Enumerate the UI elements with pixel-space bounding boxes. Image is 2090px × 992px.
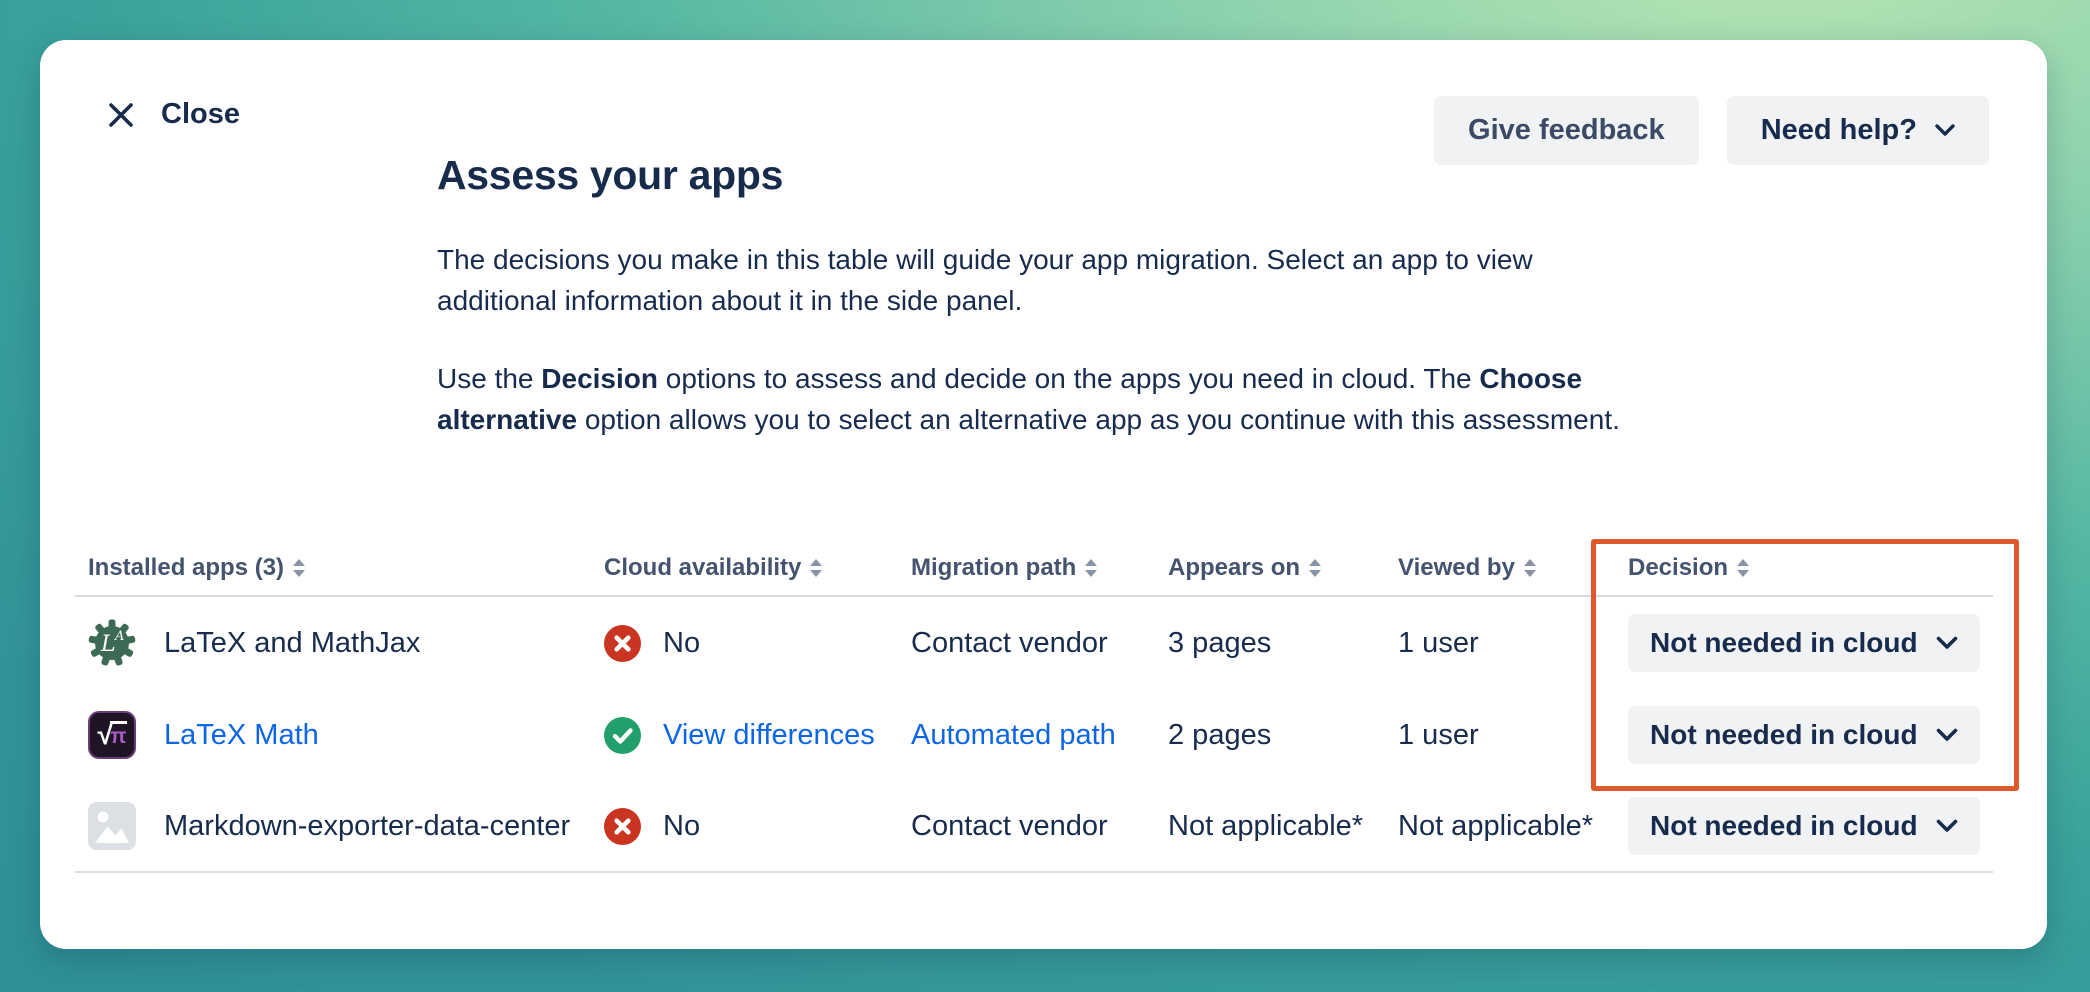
give-feedback-label: Give feedback (1468, 114, 1665, 147)
chevron-down-icon (1935, 124, 1955, 137)
view-differences-link[interactable]: View differences (663, 719, 875, 752)
assess-apps-dialog: Close Give feedback Need help? Assess yo… (40, 40, 2047, 949)
app-name: Markdown-exporter-data-center (164, 810, 570, 843)
intro-paragraph-2: Use the Decision options to assess and d… (437, 358, 1637, 440)
chevron-down-icon (1936, 636, 1958, 650)
decision-dropdown[interactable]: Not needed in cloud (1628, 797, 1980, 855)
close-label: Close (161, 98, 240, 131)
chevron-down-icon (1936, 728, 1958, 742)
sort-icon (293, 559, 305, 577)
sort-icon (1737, 559, 1749, 577)
intro-paragraph-1: The decisions you make in this table wil… (437, 239, 1637, 321)
viewed-by-value: Not applicable* (1398, 810, 1628, 843)
error-icon (604, 808, 641, 845)
page-title: Assess your apps (437, 152, 1637, 199)
sort-icon (810, 559, 822, 577)
column-header-viewed-by[interactable]: Viewed by (1398, 554, 1628, 582)
svg-text:A: A (114, 629, 124, 644)
viewed-by-value: 1 user (1398, 627, 1628, 660)
table-row-latex-math[interactable]: √π LaTeX Math View differences Automated… (75, 689, 1993, 781)
column-header-cloud-availability[interactable]: Cloud availability (604, 554, 911, 582)
sort-icon (1085, 559, 1097, 577)
migration-path-value: Contact vendor (911, 810, 1168, 843)
table-row-markdown-exporter[interactable]: Markdown-exporter-data-center No Contact… (75, 781, 1993, 873)
close-button[interactable]: Close (105, 98, 240, 131)
decision-dropdown[interactable]: Not needed in cloud (1628, 706, 1980, 764)
need-help-label: Need help? (1761, 114, 1917, 147)
error-icon (604, 625, 641, 662)
app-name-link[interactable]: LaTeX Math (164, 719, 319, 752)
appears-on-value: 3 pages (1168, 627, 1398, 660)
need-help-button[interactable]: Need help? (1727, 96, 1989, 165)
cloud-availability-value: No (663, 627, 700, 660)
installed-apps-table: Installed apps (3) Cloud availability Mi… (75, 540, 1993, 873)
sqrt-pi-icon: √π (88, 711, 136, 759)
table-row-latex-and-mathjax[interactable]: L A LaTeX and MathJax No Contact vendor … (75, 597, 1993, 689)
app-name: LaTeX and MathJax (164, 627, 420, 660)
column-header-migration-path[interactable]: Migration path (911, 554, 1168, 582)
appears-on-value: 2 pages (1168, 719, 1398, 752)
chevron-down-icon (1936, 819, 1958, 833)
close-icon (105, 99, 137, 131)
appears-on-value: Not applicable* (1168, 810, 1398, 843)
image-placeholder-icon (88, 802, 136, 850)
decision-dropdown[interactable]: Not needed in cloud (1628, 614, 1980, 672)
svg-text:L: L (100, 632, 116, 657)
viewed-by-value: 1 user (1398, 719, 1628, 752)
column-header-installed-apps[interactable]: Installed apps (3) (75, 554, 604, 582)
migration-path-link[interactable]: Automated path (911, 719, 1116, 751)
column-header-appears-on[interactable]: Appears on (1168, 554, 1398, 582)
success-icon (604, 717, 641, 754)
latex-mathjax-gear-icon: L A (88, 619, 136, 667)
sort-icon (1309, 559, 1321, 577)
intro-section: Assess your apps The decisions you make … (437, 152, 1637, 477)
table-header-row: Installed apps (3) Cloud availability Mi… (75, 540, 1993, 597)
sort-icon (1524, 559, 1536, 577)
migration-path-value: Contact vendor (911, 627, 1168, 660)
cloud-availability-value: No (663, 810, 700, 843)
column-header-decision[interactable]: Decision (1628, 554, 1993, 582)
